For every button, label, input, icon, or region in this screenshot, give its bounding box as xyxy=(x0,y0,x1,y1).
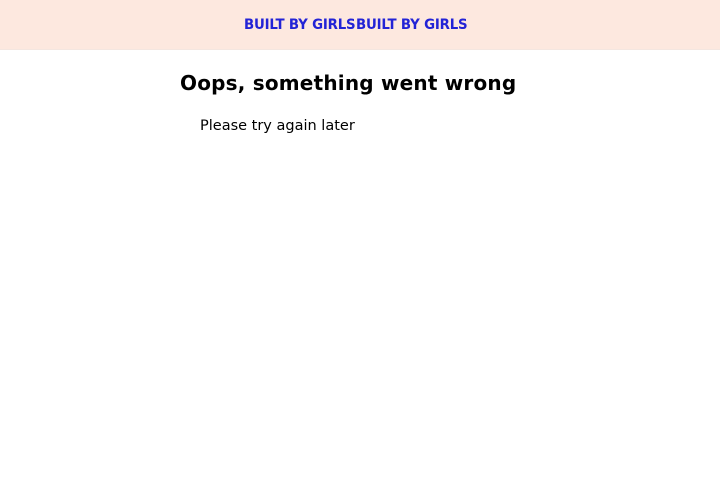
error-message: Please try again later xyxy=(200,118,355,134)
logo-wordmark[interactable]: BUILT BY GIRLS xyxy=(244,15,356,35)
site-header: BUILT BY GIRLS BUILT BY GIRLS xyxy=(0,0,720,50)
brand-logo[interactable]: BUILT BY GIRLS BUILT BY GIRLS xyxy=(244,15,477,35)
logo-wordmark-duplicate[interactable]: BUILT BY GIRLS xyxy=(356,15,468,35)
error-title: Oops, something went wrong xyxy=(180,71,517,95)
